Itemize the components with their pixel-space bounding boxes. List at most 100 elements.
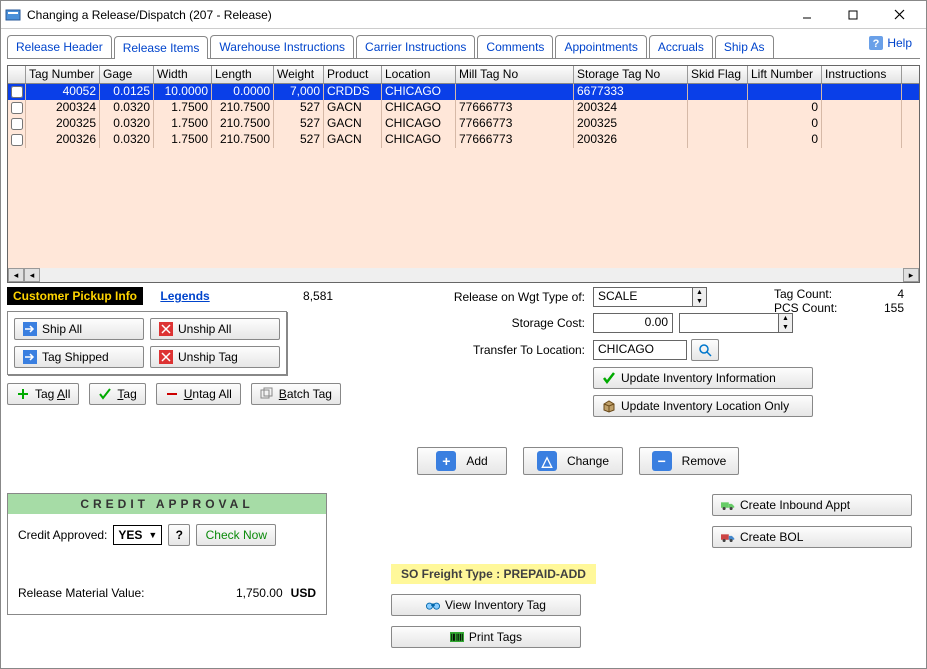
customer-pickup-info-badge[interactable]: Customer Pickup Info [7,287,143,305]
create-inbound-appt-button[interactable]: Create Inbound Appt [712,494,912,516]
cell-storage: 200326 [574,132,688,148]
tab-appointments[interactable]: Appointments [555,35,646,58]
tag-button[interactable]: Tag [89,383,145,405]
table-row[interactable]: 2003250.03201.7500210.7500527GACNCHICAGO… [8,116,919,132]
storage-cost-input-2[interactable] [679,313,779,333]
col-instructions[interactable]: Instructions [822,66,902,83]
change-button[interactable]: △ Change [523,447,623,475]
tab-label: Ship As [724,40,765,54]
col-length[interactable]: Length [212,66,274,83]
below-grid: Customer Pickup Info Legends 8,581 Ship … [7,287,920,417]
add-button[interactable]: + Add [417,447,507,475]
transfer-lookup-button[interactable] [691,339,719,361]
transfer-input[interactable]: CHICAGO [593,340,687,360]
wgt-type-spinner[interactable]: ▲▼ [693,287,707,307]
tab-release-header[interactable]: Release Header [7,35,112,58]
maximize-button[interactable] [830,1,876,29]
input-value: 0.00 [645,315,668,329]
items-grid[interactable]: Tag Number Gage Width Length Weight Prod… [7,65,920,283]
table-row[interactable]: 2003240.03201.7500210.7500527GACNCHICAGO… [8,100,919,116]
col-product[interactable]: Product [324,66,382,83]
grid-scrollbar[interactable]: ◂ ◂ ▸ [8,268,919,282]
button-label: Create Inbound Appt [740,498,850,512]
cell-gage: 0.0320 [100,116,154,132]
tag-shipped-button[interactable]: Tag Shipped [14,346,144,368]
tab-release-items[interactable]: Release Items [114,36,209,59]
button-label: View Inventory Tag [445,598,546,612]
left-column: Customer Pickup Info Legends 8,581 Ship … [7,287,417,417]
help-link[interactable]: ? Help [869,36,912,50]
table-row[interactable]: 2003260.03201.7500210.7500527GACNCHICAGO… [8,132,919,148]
col-width[interactable]: Width [154,66,212,83]
tab-comments[interactable]: Comments [477,35,553,58]
tab-accruals[interactable]: Accruals [649,35,713,58]
release-material-value: 1,750.00 [236,586,283,600]
app-icon [5,7,21,23]
cell-tag: 200326 [26,132,100,148]
col-weight[interactable]: Weight [274,66,324,83]
tab-warehouse-instructions[interactable]: Warehouse Instructions [210,35,354,58]
tag-all-button[interactable]: Tag All [7,383,79,405]
col-mill-tag[interactable]: Mill Tag No [456,66,574,83]
update-location-button[interactable]: Update Inventory Location Only [593,395,813,417]
cell-location: CHICAGO [382,116,456,132]
batch-icon [260,387,274,401]
row-checkbox[interactable] [8,132,26,148]
untag-all-button[interactable]: Untag All [156,383,241,405]
window-controls [784,1,922,29]
check-icon [98,387,112,401]
col-storage-tag[interactable]: Storage Tag No [574,66,688,83]
col-lift-number[interactable]: Lift Number [748,66,822,83]
remove-button[interactable]: − Remove [639,447,739,475]
tab-label: Comments [486,40,544,54]
counts: Tag Count:4 PCS Count:155 [774,287,904,315]
batch-tag-button[interactable]: Batch Tag [251,383,341,405]
credit-help-button[interactable]: ? [168,524,190,546]
tab-carrier-instructions[interactable]: Carrier Instructions [356,35,475,58]
button-label: Change [567,454,609,468]
button-label: Ship All [42,322,82,336]
scroll-left-button[interactable]: ◂ [8,268,24,282]
tag-button-row: Tag All Tag Untag All Batch Tag [7,383,417,405]
wgt-type-input[interactable]: SCALE [593,287,693,307]
tab-label: Accruals [658,40,704,54]
transfer-label: Transfer To Location: [423,343,593,357]
transfer-row: Transfer To Location: CHICAGO [423,339,920,361]
help-icon: ? [869,36,883,50]
col-skid-flag[interactable]: Skid Flag [688,66,748,83]
cell-storage: 200325 [574,116,688,132]
pcs-count-value: 155 [884,301,904,315]
update-inventory-button[interactable]: Update Inventory Information [593,367,813,389]
table-row[interactable]: 400520.012510.00000.00007,000CRDDSCHICAG… [8,84,919,100]
wgt-type-label: Release on Wgt Type of: [423,290,593,304]
storage-cost-input[interactable]: 0.00 [593,313,673,333]
cell-lift: 0 [748,116,822,132]
row-checkbox[interactable] [8,84,26,100]
print-tags-button[interactable]: Print Tags [391,626,581,648]
unship-tag-button[interactable]: Unship Tag [150,346,280,368]
col-checkbox[interactable] [8,66,26,83]
col-gage[interactable]: Gage [100,66,154,83]
close-button[interactable] [876,1,922,29]
row-checkbox[interactable] [8,100,26,116]
col-tag-number[interactable]: Tag Number [26,66,100,83]
minus-icon: − [652,451,672,471]
tab-ship-as[interactable]: Ship As [715,35,774,58]
unship-all-button[interactable]: Unship All [150,318,280,340]
credit-header: CREDIT APPROVAL [8,494,326,514]
minimize-button[interactable] [784,1,830,29]
cell-storage: 6677333 [574,84,688,100]
row-checkbox[interactable] [8,116,26,132]
storage-cost-spinner[interactable]: ▲▼ [779,313,793,333]
scroll-track[interactable] [40,268,903,282]
legends-link[interactable]: Legends [160,289,209,303]
create-bol-button[interactable]: Create BOL [712,526,912,548]
view-inventory-tag-button[interactable]: View Inventory Tag [391,594,581,616]
col-location[interactable]: Location [382,66,456,83]
scroll-left-button-2[interactable]: ◂ [24,268,40,282]
credit-approved-select[interactable]: YES ▼ [113,525,162,545]
ship-all-button[interactable]: Ship All [14,318,144,340]
check-now-button[interactable]: Check Now [196,524,276,546]
scroll-right-button[interactable]: ▸ [903,268,919,282]
button-label: Unship All [178,322,231,336]
